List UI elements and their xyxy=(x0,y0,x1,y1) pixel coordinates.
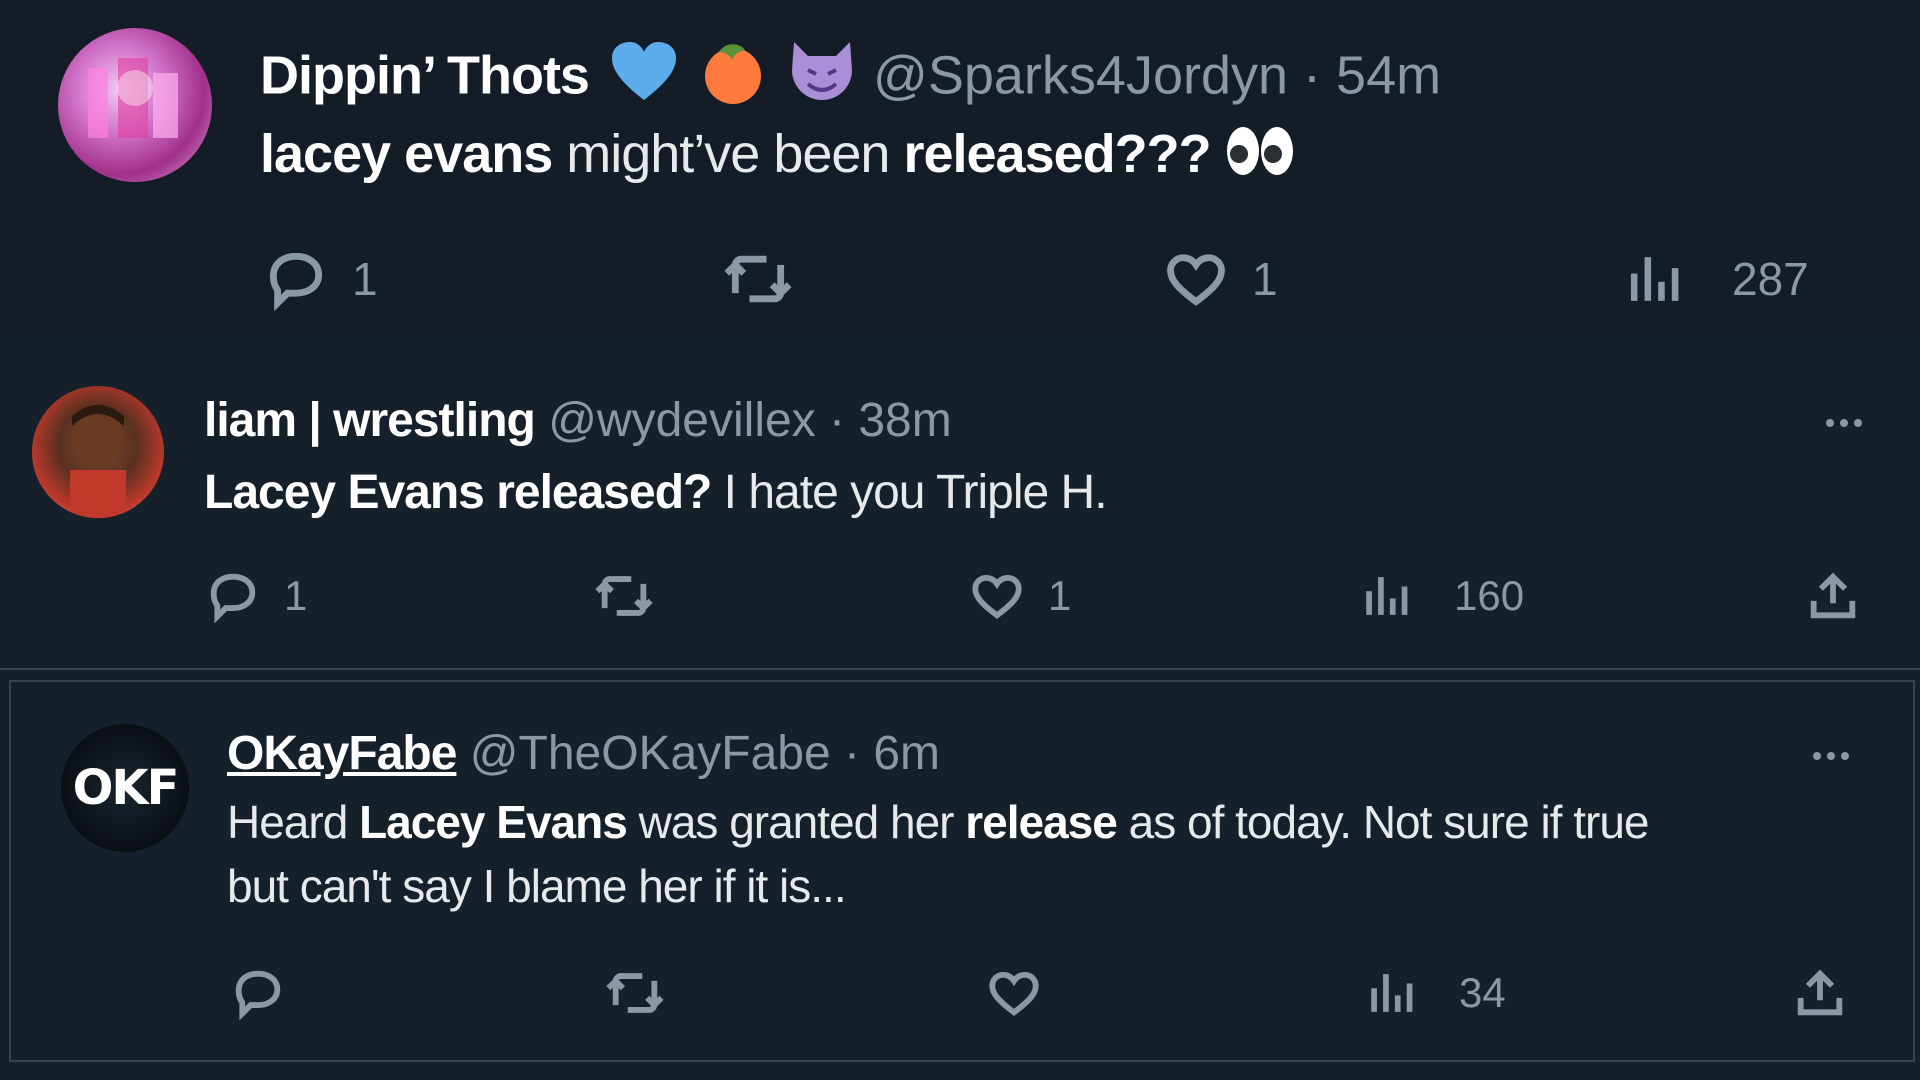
separator: · xyxy=(1303,45,1322,106)
avatar[interactable] xyxy=(58,28,212,182)
dot-icon xyxy=(1841,752,1849,760)
views-button[interactable]: 34 xyxy=(1367,964,1506,1022)
tweet-text: Lacey Evans released? I hate you Triple … xyxy=(204,461,1108,525)
retweet-button[interactable] xyxy=(720,245,796,313)
separator: · xyxy=(829,394,845,447)
tweet-2[interactable]: liam | wrestling @wydevillex · 38m Lacey… xyxy=(0,335,1920,670)
tweet-header: OKayFabe @TheOKayFabe · 6m xyxy=(227,722,940,786)
heart-icon xyxy=(972,574,1022,619)
text-bold: release xyxy=(965,796,1118,848)
reply-button[interactable]: 1 xyxy=(204,567,307,625)
view-count: 34 xyxy=(1459,969,1506,1016)
text-bold: released??? xyxy=(903,124,1211,184)
bar-chart-icon xyxy=(1371,974,1413,1012)
reply-count: 1 xyxy=(352,253,378,305)
dot-icon xyxy=(1854,419,1862,427)
text-regular: Heard xyxy=(227,796,360,848)
share-button[interactable] xyxy=(1804,567,1862,625)
more-options-button[interactable] xyxy=(1813,752,1849,760)
tweet-1[interactable]: Dippin’ Thots @Sparks4Jordyn · 54m lacey… xyxy=(0,0,1920,335)
avatar[interactable]: OKF xyxy=(61,724,189,852)
avatar-image xyxy=(88,58,178,138)
display-name[interactable]: liam | wrestling xyxy=(204,394,536,447)
reply-count: 1 xyxy=(284,572,308,619)
action-bar: 34 xyxy=(11,954,1913,1034)
action-bar: 1 1 160 xyxy=(0,557,1920,637)
more-options-button[interactable] xyxy=(1826,419,1862,427)
timestamp[interactable]: 6m xyxy=(873,727,940,780)
views-button[interactable]: 160 xyxy=(1362,567,1524,625)
bar-chart-icon xyxy=(1366,577,1408,615)
views-button[interactable]: 287 xyxy=(1626,245,1809,313)
dot-icon xyxy=(1813,752,1821,760)
handle[interactable]: @TheOKayFabe xyxy=(470,727,831,780)
like-count: 1 xyxy=(1048,572,1072,619)
bar-chart-icon xyxy=(1630,257,1679,301)
action-bar: 1 1 287 xyxy=(0,235,1920,315)
retweet-icon xyxy=(606,973,664,1013)
view-count: 160 xyxy=(1454,572,1525,619)
peach-icon xyxy=(699,38,767,120)
heart-icon xyxy=(1167,254,1225,306)
smiling-imp-icon xyxy=(786,36,858,122)
dot-icon xyxy=(1826,419,1834,427)
text-regular: might’ve been xyxy=(552,124,904,184)
like-button[interactable] xyxy=(985,964,1043,1022)
separator: · xyxy=(844,727,860,780)
retweet-icon xyxy=(595,576,653,616)
text-bold: Lacey Evans released? xyxy=(204,466,712,519)
avatar-image xyxy=(70,405,126,518)
share-icon xyxy=(1810,572,1856,619)
share-icon xyxy=(1797,969,1843,1016)
tweet-text: Heard Lacey Evans was granted her releas… xyxy=(227,790,1887,918)
tweet-text: lacey evans might’ve been released??? xyxy=(260,122,1295,192)
display-name[interactable]: OKayFabe xyxy=(227,727,457,780)
timestamp[interactable]: 54m xyxy=(1336,45,1441,105)
reply-icon xyxy=(269,252,323,312)
tweet-header: liam | wrestling @wydevillex · 38m xyxy=(204,389,952,453)
heart-icon xyxy=(989,971,1039,1016)
avatar[interactable] xyxy=(32,386,164,518)
handle[interactable]: @Sparks4Jordyn xyxy=(873,45,1288,105)
reply-button[interactable]: 1 xyxy=(262,245,378,313)
blue-heart-icon xyxy=(608,40,680,118)
like-button[interactable]: 1 xyxy=(968,567,1071,625)
retweet-icon xyxy=(724,255,792,303)
share-button[interactable] xyxy=(1791,964,1849,1022)
tweet-3[interactable]: OKF OKayFabe @TheOKayFabe · 6m Heard Lac… xyxy=(9,680,1915,1062)
timestamp[interactable]: 38m xyxy=(858,394,951,447)
reply-button[interactable] xyxy=(229,964,287,1022)
text-regular: was granted her xyxy=(626,796,966,848)
tweet-header: Dippin’ Thots @Sparks4Jordyn · 54m xyxy=(260,36,1441,122)
like-button[interactable]: 1 xyxy=(1162,245,1278,313)
retweet-button[interactable] xyxy=(603,964,667,1022)
like-count: 1 xyxy=(1252,253,1278,305)
text-bold: lacey evans xyxy=(260,124,553,184)
text-regular: as of today. Not sure if true xyxy=(1116,796,1650,848)
reply-icon xyxy=(210,573,256,624)
handle[interactable]: @wydevillex xyxy=(548,394,815,447)
dot-icon xyxy=(1827,752,1835,760)
avatar-logo-text: OKF xyxy=(72,760,180,816)
text-bold: Lacey Evans xyxy=(359,796,628,848)
text-regular: but can't say I blame her if it is... xyxy=(227,860,847,912)
eyes-icon xyxy=(1225,124,1295,192)
reply-icon xyxy=(235,970,281,1021)
text-regular: I hate you Triple H. xyxy=(711,466,1108,519)
retweet-button[interactable] xyxy=(592,567,656,625)
dot-icon xyxy=(1840,419,1848,427)
view-count: 287 xyxy=(1732,253,1809,305)
display-name[interactable]: Dippin’ Thots xyxy=(260,45,590,105)
